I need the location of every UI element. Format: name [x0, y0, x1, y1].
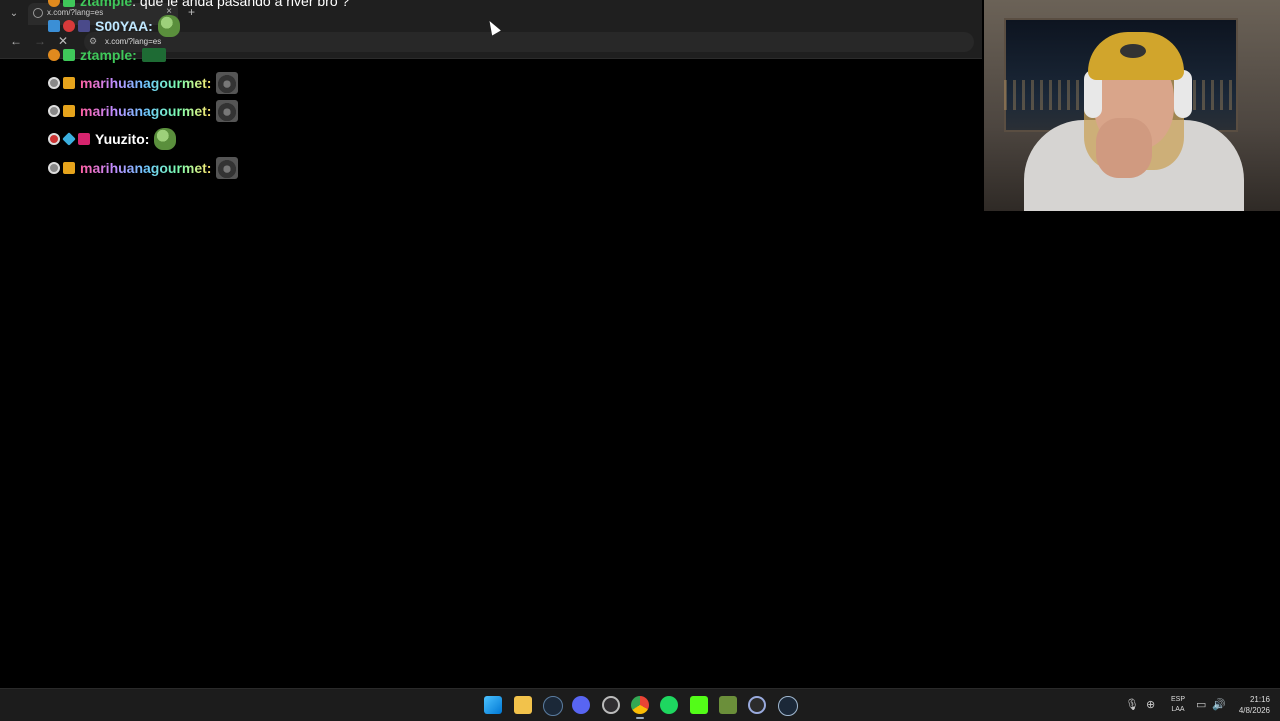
- forward-button[interactable]: →: [34, 34, 46, 48]
- cat-emote-icon: [216, 72, 239, 94]
- sword-badge-icon: [48, 20, 60, 32]
- chat-username: S00YAA:: [95, 18, 153, 34]
- volume-icon[interactable]: 🔊: [1212, 698, 1226, 711]
- tab-list-button[interactable]: ⌄: [6, 6, 22, 22]
- green-emote-icon: [141, 48, 166, 62]
- chat-username: marihuanagourmet:: [80, 75, 212, 91]
- kick-icon[interactable]: [690, 696, 708, 714]
- keyboard-layout: LAA: [1171, 706, 1185, 713]
- gifter-badge-icon: [63, 105, 75, 117]
- pepe-emote-icon: [157, 15, 180, 37]
- sub-badge-icon: [48, 105, 60, 117]
- chat-overlay: ztample : que le anda pasando a river br…: [48, 0, 608, 200]
- system-clock[interactable]: 21:16 4/8/2026: [1230, 694, 1270, 716]
- file-explorer-icon[interactable]: [514, 696, 532, 714]
- diamond-badge-icon: [62, 132, 76, 146]
- chat-message: marihuanagourmet:: [48, 98, 239, 124]
- discord-icon[interactable]: [572, 696, 590, 714]
- gifter-badge-icon: [78, 133, 90, 145]
- chat-message: ztample : que le anda pasando a river br…: [48, 0, 349, 14]
- steam-icon[interactable]: [543, 696, 563, 716]
- chat-message: marihuanagourmet:: [48, 70, 239, 96]
- chrome-active-indicator: [636, 717, 644, 719]
- chat-message: Yuuzito:: [48, 126, 177, 152]
- webcam-overlay: [984, 0, 1280, 211]
- cat-emote-icon: [216, 157, 239, 179]
- sub-badge-icon: [48, 162, 60, 174]
- clock-date: 4/8/2026: [1238, 706, 1270, 715]
- chat-message: S00YAA:: [48, 13, 180, 39]
- sub-badge-icon: [48, 0, 60, 7]
- windows-start-icon[interactable]: [484, 696, 502, 714]
- back-button[interactable]: ←: [10, 34, 22, 48]
- display-icon[interactable]: ▭: [1196, 698, 1206, 711]
- gifter-badge-icon: [63, 77, 75, 89]
- chat-username: marihuanagourmet:: [80, 160, 212, 176]
- microphone-icon[interactable]: 🎙: [1125, 698, 1139, 711]
- globe-icon: [33, 8, 43, 18]
- beanie-logo-icon: [1120, 44, 1146, 58]
- obs-icon[interactable]: [602, 696, 620, 714]
- sub-badge-icon: [63, 20, 75, 32]
- spotify-icon[interactable]: [660, 696, 678, 714]
- chat-message: marihuanagourmet:: [48, 155, 239, 181]
- chat-message: ztample:: [48, 42, 166, 68]
- webcam-person-hand: [1096, 118, 1152, 178]
- pepe-emote-icon: [154, 128, 177, 150]
- chat-username: Yuuzito:: [95, 131, 150, 147]
- chat-text: : que le anda pasando a river bro ?: [132, 0, 350, 9]
- chrome-icon[interactable]: [631, 696, 649, 714]
- clock-time: 21:16: [1249, 695, 1270, 704]
- gift-badge-icon: [78, 20, 90, 32]
- chat-username: ztample: [80, 0, 133, 9]
- taskbar: 🎙 ⊕ ESP LAA ▭ 🔊 21:16 4/8/2026: [0, 688, 1280, 721]
- gifter-badge-icon: [63, 162, 75, 174]
- cat-emote-icon: [216, 100, 239, 122]
- verified-badge-icon: [63, 0, 75, 7]
- language-indicator[interactable]: ESP LAA: [1168, 695, 1188, 715]
- sub-badge-icon: [48, 133, 60, 145]
- sub-badge-icon: [48, 49, 60, 61]
- network-icon[interactable]: ⊕: [1146, 698, 1155, 711]
- sub-badge-icon: [48, 77, 60, 89]
- ccleaner-icon[interactable]: [748, 696, 766, 714]
- language-code: ESP: [1170, 696, 1185, 703]
- chat-username: ztample:: [80, 47, 137, 63]
- minecraft-icon[interactable]: [719, 696, 737, 714]
- verified-badge-icon: [63, 49, 75, 61]
- steam-alt-icon[interactable]: [778, 696, 798, 716]
- chat-username: marihuanagourmet:: [80, 103, 212, 119]
